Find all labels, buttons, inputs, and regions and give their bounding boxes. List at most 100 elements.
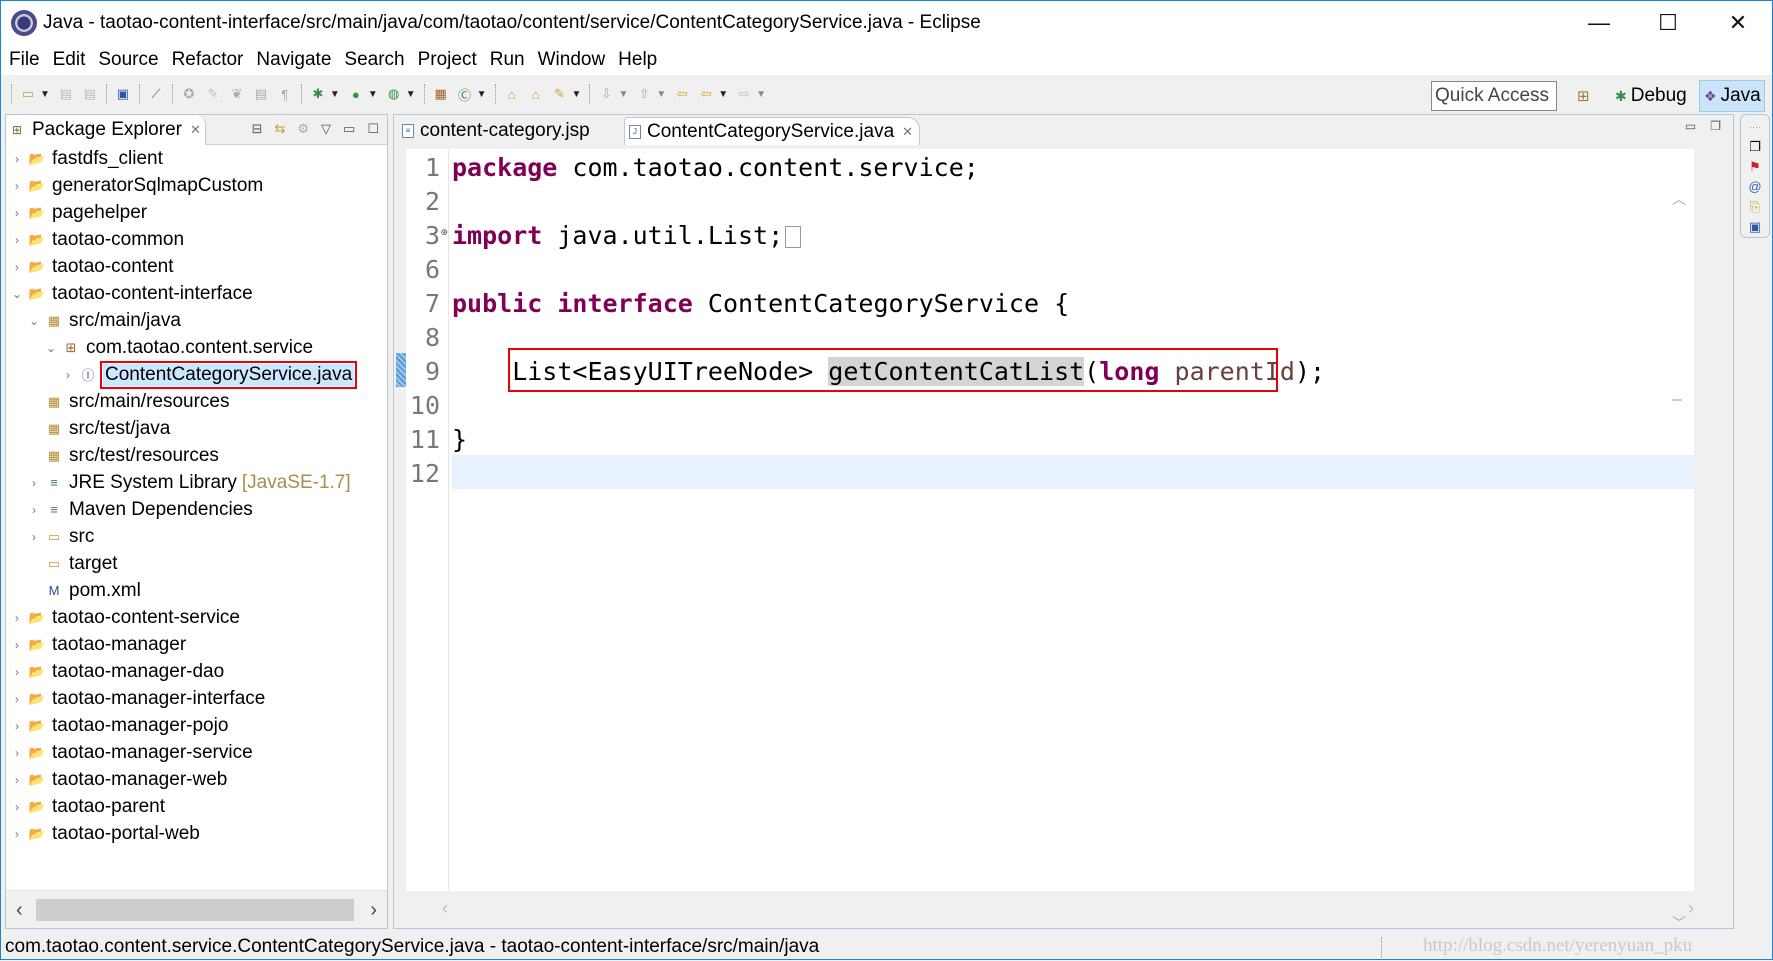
run-dropdown-icon[interactable]: ▼ [368, 89, 378, 100]
chevron-down-icon[interactable]: ⌄ [10, 287, 24, 301]
chevron-right-icon[interactable]: › [10, 692, 24, 706]
chevron-down-icon[interactable]: ⌄ [27, 314, 41, 328]
link-with-editor-icon[interactable]: ⇆ [274, 121, 285, 137]
open-type-icon[interactable]: ⌂ [504, 86, 520, 102]
fold-expand-icon[interactable]: ⊕ [440, 227, 448, 238]
prev-annotation-dropdown-icon[interactable]: ▼ [656, 89, 666, 100]
pen-icon[interactable]: ✎ [205, 86, 221, 102]
terminal-icon[interactable]: ▣ [115, 86, 131, 102]
close-icon[interactable]: ✕ [190, 122, 201, 138]
tree-item[interactable]: › 📂 taotao-manager-interface [6, 685, 387, 712]
minimize-view-icon[interactable]: ▭ [343, 121, 355, 137]
chevron-right-icon[interactable]: › [61, 368, 75, 382]
menu-source[interactable]: Source [98, 49, 158, 71]
filter-icon[interactable]: ⚙ [297, 121, 309, 137]
tree-item[interactable]: › ≡ JRE System Library [JavaSE-1.7] [6, 469, 387, 496]
chevron-right-icon[interactable]: › [10, 179, 24, 193]
skip-breakpoints-icon[interactable]: ⟋ [148, 86, 164, 102]
search-icon[interactable]: ✎ [552, 86, 568, 102]
chevron-right-icon[interactable]: › [27, 503, 41, 517]
minimize-button[interactable]: — [1564, 1, 1634, 45]
scroll-left-icon[interactable]: ‹ [16, 899, 23, 922]
chevron-right-icon[interactable]: › [10, 827, 24, 841]
editor-horizontal-scrollbar[interactable]: ‹ › [406, 894, 1694, 924]
tree-item[interactable]: › 📂 fastdfs_client [6, 145, 387, 172]
scroll-left-icon[interactable]: ‹ [442, 898, 448, 919]
javadoc-icon[interactable]: @ [1748, 179, 1761, 194]
run-icon[interactable]: ● [348, 86, 364, 102]
tree-item[interactable]: › ≡ Maven Dependencies [6, 496, 387, 523]
tree-item[interactable]: › Ⓘ ContentCategoryService.java [6, 360, 387, 389]
block-select-icon[interactable]: ▤ [253, 86, 269, 102]
next-annotation-icon[interactable]: ⇩ [598, 86, 614, 102]
scroll-right-icon[interactable]: › [370, 899, 377, 922]
java-perspective-button[interactable]: ❖ Java [1699, 80, 1765, 112]
footprint-icon[interactable]: ❦ [229, 86, 245, 102]
scroll-up-icon[interactable]: ︿ [1672, 189, 1686, 209]
chevron-right-icon[interactable]: › [10, 746, 24, 760]
code-editor[interactable]: 1 2 3 ⊕ 6 7 8 9 10 11 12 package com.taotao.conten… [396, 149, 1694, 931]
tree-item[interactable]: › 📂 generatorSqlmapCustom [6, 172, 387, 199]
tree-item[interactable]: ⌄ ⊞ com.taotao.content.service [6, 334, 387, 361]
new-dropdown-icon[interactable]: ▼ [40, 89, 50, 100]
save-all-icon[interactable]: ▤ [82, 86, 98, 102]
collapse-all-icon[interactable]: ⊟ [252, 121, 263, 137]
chevron-right-icon[interactable]: › [10, 260, 24, 274]
chevron-right-icon[interactable]: › [27, 530, 41, 544]
debug-icon[interactable]: ✱ [310, 86, 326, 102]
tab-content-category-jsp[interactable]: ≡ content-category.jsp [398, 117, 622, 145]
external-tools-icon[interactable]: ◍ [386, 86, 402, 102]
tree-item[interactable]: ⌄ ▦ src/main/java [6, 307, 387, 334]
whitespace-icon[interactable]: ¶ [277, 86, 293, 102]
tree-item[interactable]: › 📂 taotao-portal-web [6, 820, 387, 847]
more-icon[interactable]: ···· [1749, 119, 1761, 134]
menu-help[interactable]: Help [618, 49, 657, 71]
menu-project[interactable]: Project [418, 49, 477, 71]
chevron-down-icon[interactable]: ⌄ [44, 341, 58, 355]
declaration-icon[interactable]: ⎘ [1750, 199, 1760, 214]
tree-item[interactable]: › 📂 taotao-manager [6, 631, 387, 658]
console-icon[interactable]: ▣ [1749, 219, 1761, 234]
horizontal-scrollbar[interactable]: ‹ › [6, 890, 387, 928]
chevron-right-icon[interactable]: › [10, 206, 24, 220]
quick-access-input[interactable]: Quick Access [1431, 81, 1557, 111]
restore-icon[interactable]: ❐ [1749, 139, 1761, 154]
menu-file[interactable]: File [9, 49, 40, 71]
back-icon[interactable]: ⇦ [698, 86, 714, 102]
tree-item[interactable]: ▦ src/test/java [6, 415, 387, 442]
scrollbar-thumb[interactable] [36, 899, 354, 921]
minimize-view-icon[interactable]: ▭ [1685, 119, 1696, 133]
back-dropdown-icon[interactable]: ▼ [718, 89, 728, 100]
menu-search[interactable]: Search [344, 49, 404, 71]
tree-item[interactable]: › 📂 taotao-manager-web [6, 766, 387, 793]
folded-region-icon[interactable] [785, 226, 802, 248]
menu-run[interactable]: Run [490, 49, 525, 71]
debug-dropdown-icon[interactable]: ▼ [330, 89, 340, 100]
chevron-right-icon[interactable]: › [10, 611, 24, 625]
tree-item[interactable]: › 📂 taotao-parent [6, 793, 387, 820]
restore-view-icon[interactable]: ❐ [1710, 119, 1721, 133]
view-menu-icon[interactable]: ▽ [321, 121, 331, 137]
open-perspective-icon[interactable]: ⊞ [1577, 87, 1590, 105]
new-class-dropdown-icon[interactable]: ▼ [477, 89, 487, 100]
close-button[interactable]: ✕ [1703, 1, 1773, 45]
menu-navigate[interactable]: Navigate [256, 49, 331, 71]
tree-item[interactable]: ▦ src/main/resources [6, 388, 387, 415]
search-ref-icon[interactable]: ✪ [181, 86, 197, 102]
forward-dropdown-icon[interactable]: ▼ [756, 89, 766, 100]
menu-edit[interactable]: Edit [53, 49, 86, 71]
tree-item[interactable]: › 📂 taotao-content-service [6, 604, 387, 631]
search-dropdown-icon[interactable]: ▼ [572, 89, 582, 100]
tab-content-category-service-java[interactable]: J ContentCategoryService.java ✕ [624, 117, 920, 145]
debug-perspective-button[interactable]: ✱ Debug [1611, 81, 1691, 111]
tree-item[interactable]: Mpom.xml [6, 577, 387, 604]
new-package-icon[interactable]: ▦ [433, 86, 449, 102]
tree-item[interactable]: › 📂 taotao-manager-dao [6, 658, 387, 685]
open-task-icon[interactable]: ⌂ [528, 86, 544, 102]
tree-item[interactable]: › 📂 taotao-manager-service [6, 739, 387, 766]
chevron-right-icon[interactable]: › [10, 233, 24, 247]
tree-item[interactable]: ▭ target [6, 550, 387, 577]
prev-annotation-icon[interactable]: ⇧ [636, 86, 652, 102]
chevron-right-icon[interactable]: › [10, 800, 24, 814]
tree-item[interactable]: ▦ src/test/resources [6, 442, 387, 469]
